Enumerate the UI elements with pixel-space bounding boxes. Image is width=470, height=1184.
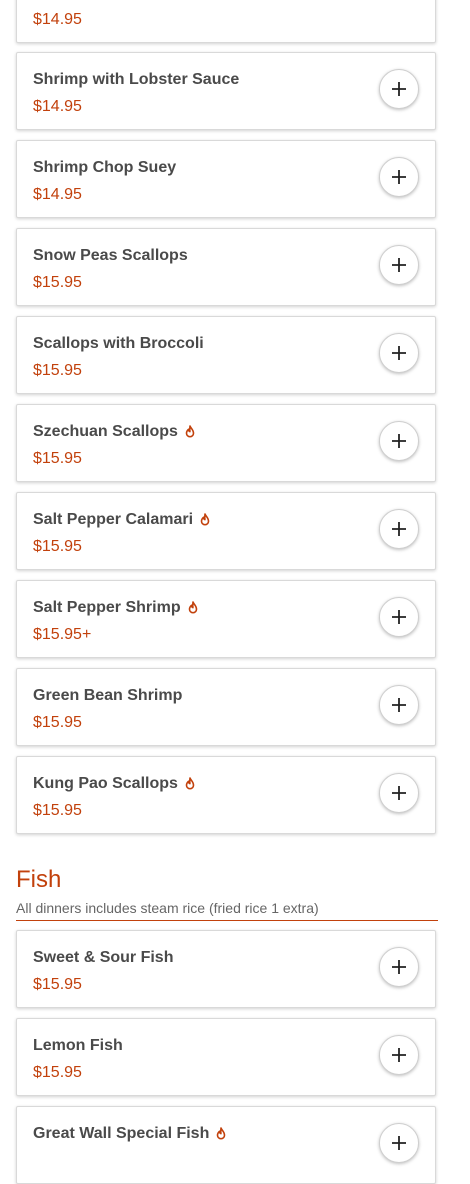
menu-item-price: $15.95 xyxy=(33,450,82,467)
menu-item-price: $14.95 xyxy=(33,186,82,203)
menu-item-card[interactable]: Sweet & Sour Fish $15.95 xyxy=(16,930,436,1008)
menu-item-card[interactable]: Shrimp Chop Suey $14.95 xyxy=(16,140,436,218)
menu-item-card[interactable]: Salt Pepper Shrimp $15.95+ xyxy=(16,580,436,658)
menu-item-card[interactable]: Great Wall Special Fish xyxy=(16,1106,436,1184)
menu-item-name: Great Wall Special Fish xyxy=(33,1125,227,1143)
plus-icon xyxy=(392,522,406,536)
add-item-button[interactable] xyxy=(379,245,419,285)
flame-icon xyxy=(187,601,199,615)
flame-icon xyxy=(199,513,211,527)
menu-item-price: $15.95 xyxy=(33,714,82,731)
menu-item-card[interactable]: Kung Pao Scallops $15.95 xyxy=(16,756,436,834)
menu-item-price: $15.95 xyxy=(33,976,82,993)
plus-icon xyxy=(392,258,406,272)
add-item-button[interactable] xyxy=(379,1123,419,1163)
menu-item-card[interactable]: Snow Peas Scallops $15.95 xyxy=(16,228,436,306)
menu-item-name: Kung Pao Scallops xyxy=(33,775,196,793)
menu-item-price: $15.95 xyxy=(33,274,82,291)
menu-item-price: $15.95+ xyxy=(33,626,92,643)
menu-item-name: Green Bean Shrimp xyxy=(33,687,183,704)
plus-icon xyxy=(392,346,406,360)
add-item-button[interactable] xyxy=(379,157,419,197)
menu-item-name: Salt Pepper Calamari xyxy=(33,511,211,529)
plus-icon xyxy=(392,1136,406,1150)
menu-item-name: Shrimp Chop Suey xyxy=(33,159,177,176)
menu-item-name: Snow Peas Scallops xyxy=(33,247,188,264)
menu-item-name: Shrimp with Lobster Sauce xyxy=(33,71,240,88)
add-item-button[interactable] xyxy=(379,597,419,637)
plus-icon xyxy=(392,434,406,448)
plus-icon xyxy=(392,82,406,96)
add-item-button[interactable] xyxy=(379,1035,419,1075)
add-item-button[interactable] xyxy=(379,509,419,549)
menu-item-name: Lemon Fish xyxy=(33,1037,123,1054)
flame-icon xyxy=(184,425,196,439)
add-item-button[interactable] xyxy=(379,685,419,725)
menu-item-card[interactable]: Lemon Fish $15.95 xyxy=(16,1018,436,1096)
plus-icon xyxy=(392,960,406,974)
plus-icon xyxy=(392,170,406,184)
add-item-button[interactable] xyxy=(379,69,419,109)
flame-icon xyxy=(215,1127,227,1141)
menu-item-name: Szechuan Scallops xyxy=(33,423,196,441)
plus-icon xyxy=(392,610,406,624)
menu-item-name: Scallops with Broccoli xyxy=(33,335,204,352)
menu-item-price: $15.95 xyxy=(33,1064,82,1081)
menu-item-price: $14.95 xyxy=(33,11,82,28)
add-item-button[interactable] xyxy=(379,773,419,813)
add-item-button[interactable] xyxy=(379,947,419,987)
menu-item-price: $15.95 xyxy=(33,802,82,819)
menu-item-card[interactable]: Scallops with Broccoli $15.95 xyxy=(16,316,436,394)
menu-item-name: Salt Pepper Shrimp xyxy=(33,599,199,617)
flame-icon xyxy=(184,777,196,791)
menu-item-card[interactable]: Green Bean Shrimp $15.95 xyxy=(16,668,436,746)
plus-icon xyxy=(392,698,406,712)
section-title-fish: Fish xyxy=(16,866,62,893)
menu-item-price: $15.95 xyxy=(33,538,82,555)
menu-item-card[interactable]: Szechuan Scallops $15.95 xyxy=(16,404,436,482)
plus-icon xyxy=(392,786,406,800)
section-divider xyxy=(16,920,438,921)
menu-item-name: Sweet & Sour Fish xyxy=(33,949,174,966)
add-item-button[interactable] xyxy=(379,421,419,461)
menu-item-price: $15.95 xyxy=(33,362,82,379)
menu-item-card[interactable]: Salt Pepper Calamari $15.95 xyxy=(16,492,436,570)
add-item-button[interactable] xyxy=(379,333,419,373)
section-subtitle: All dinners includes steam rice (fried r… xyxy=(16,900,319,916)
plus-icon xyxy=(392,1048,406,1062)
menu-item-price: $14.95 xyxy=(33,98,82,115)
menu-item-card[interactable]: Shrimp with Lobster Sauce $14.95 xyxy=(16,52,436,130)
menu-item-card[interactable]: $14.95 xyxy=(16,0,436,43)
